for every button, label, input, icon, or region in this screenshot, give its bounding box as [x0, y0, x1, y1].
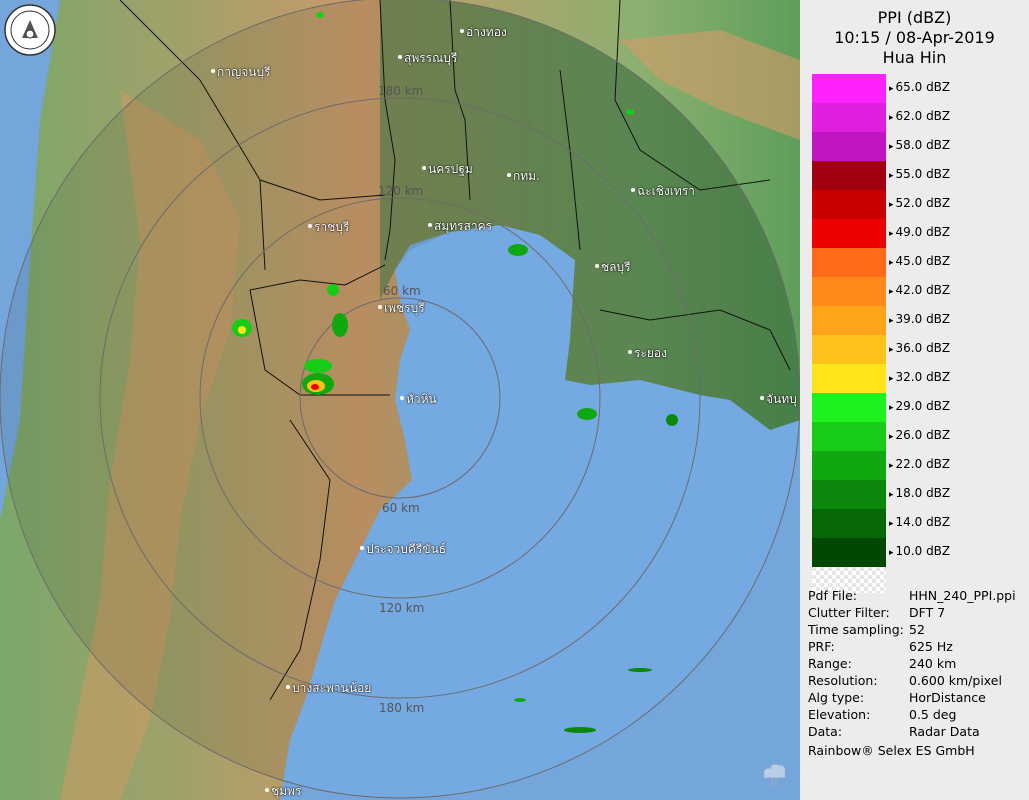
place-nakhonpathom: นครปฐม — [428, 162, 473, 176]
metadata-value: 240 km — [909, 656, 957, 671]
scale-band — [812, 132, 886, 161]
scale-band — [812, 190, 886, 219]
place-samutsakhon: สมุทรสาคร — [434, 219, 493, 233]
radar-map[interactable]: อ่างทอง สุพรรณบุรี กาญจนบุรี นครปฐม กทม.… — [0, 0, 800, 800]
metadata-value: 0.5 deg — [909, 707, 957, 722]
scale-label: 22.0 dBZ — [889, 457, 951, 471]
metadata-value: DFT 7 — [909, 605, 946, 620]
metadata-value: HHN_240_PPI.ppi — [909, 588, 1016, 603]
scale-band — [812, 509, 886, 538]
metadata-key: Resolution: — [808, 673, 878, 688]
scale-label: 39.0 dBZ — [889, 312, 951, 326]
place-kanchanaburi: กาญจนบุรี — [217, 65, 271, 79]
ring-label-180-south: 180 km — [379, 701, 425, 715]
scale-label: 42.0 dBZ — [889, 283, 951, 297]
ring-label-120-north: 120 km — [378, 184, 424, 198]
scale-label: 32.0 dBZ — [889, 370, 951, 384]
radar-viewer: อ่างทอง สุพรรณบุรี กาญจนบุรี นครปฐม กทม.… — [0, 0, 1029, 800]
metadata-key: Data: — [808, 724, 843, 739]
scale-band — [812, 451, 886, 480]
place-phetchaburi: เพชรบุรี — [384, 301, 425, 315]
place-bangsaphannoi: บางสะพานน้อย — [292, 681, 372, 695]
scale-label: 58.0 dBZ — [889, 138, 951, 152]
scale-label: 62.0 dBZ — [889, 109, 951, 123]
scale-band — [812, 480, 886, 509]
scale-label: 14.0 dBZ — [889, 515, 951, 529]
scale-label: 65.0 dBZ — [889, 80, 951, 94]
scale-band — [812, 219, 886, 248]
place-chumphon: ชุมพร — [271, 784, 302, 798]
scale-label: 49.0 dBZ — [889, 225, 951, 239]
place-rayong: ระยอง — [634, 346, 667, 360]
place-huahin: หัวหิน — [406, 392, 437, 406]
metadata-value: 0.600 km/pixel — [909, 673, 1002, 688]
cloud-logo-icon — [756, 756, 792, 792]
scale-label: 26.0 dBZ — [889, 428, 951, 442]
scale-label: 52.0 dBZ — [889, 196, 951, 210]
scale-label: 45.0 dBZ — [889, 254, 951, 268]
place-chanthaburi: จันทบุ — [766, 392, 797, 406]
product-datetime: 10:15 / 08-Apr-2019 — [834, 28, 995, 47]
metadata-key: Clutter Filter: — [808, 605, 890, 620]
place-bangkok: กทม. — [513, 169, 540, 183]
ring-label-60-south: 60 km — [382, 501, 420, 515]
metadata-key: Alg type: — [808, 690, 865, 705]
ring-label-120-south: 120 km — [379, 601, 425, 615]
scale-label: 10.0 dBZ — [889, 544, 951, 558]
metadata-key: Pdf File: — [808, 588, 857, 603]
metadata-value: 52 — [909, 622, 925, 637]
place-suphanburi: สุพรรณบุรี — [404, 51, 458, 65]
scale-label: 36.0 dBZ — [889, 341, 951, 355]
metadata-key: PRF: — [808, 639, 835, 654]
metadata-value: 625 Hz — [909, 639, 953, 654]
product-title: PPI (dBZ) — [877, 8, 952, 27]
ring-label-180-north: 180 km — [378, 84, 424, 98]
scale-band — [812, 306, 886, 335]
place-prachuap: ประจวบคีรีขันธ์ — [366, 542, 447, 556]
map-canvas — [0, 0, 800, 800]
tmd-logo-icon — [4, 4, 56, 56]
scale-band — [812, 248, 886, 277]
ring-label-60-north: 60 km — [383, 284, 421, 298]
metadata-value: HorDistance — [909, 690, 986, 705]
scale-band — [812, 103, 886, 132]
metadata-value: Radar Data — [909, 724, 980, 739]
place-chonburi: ชลบุรี — [601, 260, 631, 274]
scale-label: 29.0 dBZ — [889, 399, 951, 413]
metadata-key: Time sampling: — [808, 622, 904, 637]
place-ratchaburi: ราชบุรี — [314, 220, 350, 234]
scale-band — [812, 335, 886, 364]
scale-band — [812, 161, 886, 190]
scale-band — [812, 277, 886, 306]
station-name: Hua Hin — [882, 48, 947, 67]
place-chachoengsao: ฉะเชิงเทรา — [637, 184, 695, 198]
scale-band — [812, 393, 886, 422]
vendor-credit: Rainbow® Selex ES GmbH — [808, 743, 975, 758]
metadata-key: Range: — [808, 656, 852, 671]
scale-label: 55.0 dBZ — [889, 167, 951, 181]
place-angthong: อ่างทอง — [466, 25, 507, 39]
metadata-key: Elevation: — [808, 707, 871, 722]
scale-band — [812, 74, 886, 103]
scale-band — [812, 364, 886, 393]
scale-band — [812, 422, 886, 451]
scale-label: 18.0 dBZ — [889, 486, 951, 500]
scale-band — [812, 538, 886, 567]
